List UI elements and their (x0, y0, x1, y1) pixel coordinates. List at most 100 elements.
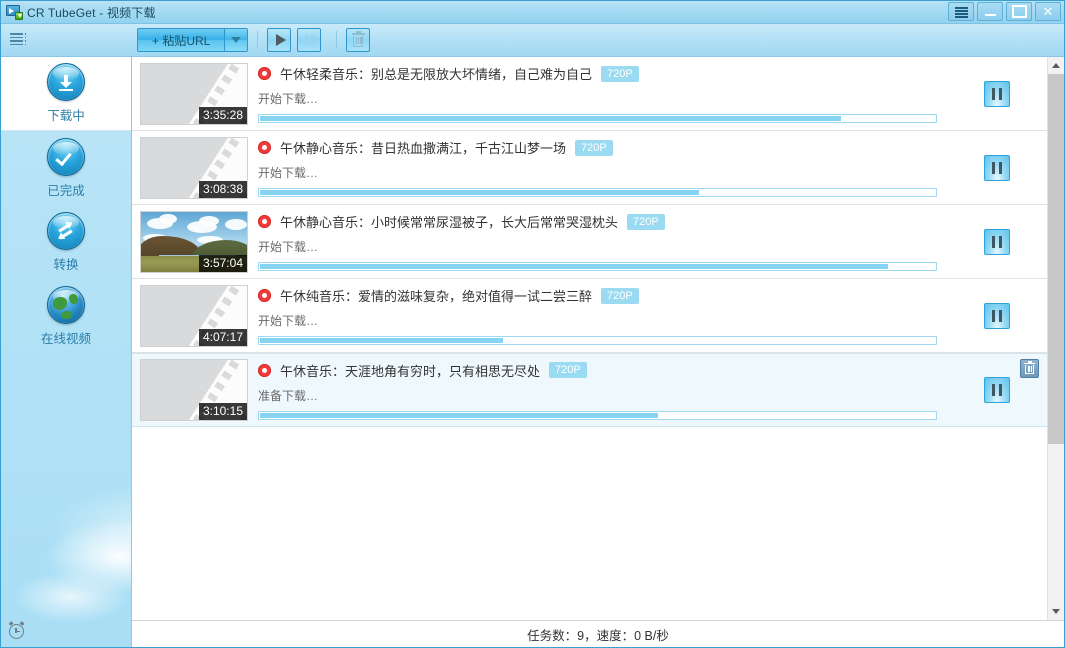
row-content: 午休静心音乐：昔日热血撒满江，千古江山梦一场 720P 开始下载… (248, 138, 947, 197)
progress-bar (258, 336, 937, 345)
body: 下载中 已完成 转换 (1, 57, 1064, 647)
list-empty-area (132, 427, 1047, 620)
source-red-icon (258, 289, 271, 302)
close-icon[interactable]: ✕ (1035, 2, 1061, 21)
alarm-clock-icon[interactable] (9, 624, 24, 639)
sidebar-item-label: 在线视频 (41, 328, 91, 347)
row-content: 午休静心音乐：小时候常常尿湿被子，长大后常常哭湿枕头 720P 开始下载… (248, 212, 947, 271)
table-row[interactable]: 4:07:17 午休纯音乐：爱情的滋味复杂，绝对值得一试二尝三醉 720P 开始… (132, 279, 1047, 353)
quality-badge: 720P (575, 140, 613, 156)
progress-fill (260, 116, 841, 121)
source-red-icon (258, 141, 271, 154)
download-status: 开始下载… (258, 90, 937, 107)
minimize-icon[interactable] (977, 2, 1003, 21)
list-view-icon[interactable] (10, 33, 26, 47)
row-actions (947, 303, 1047, 329)
thumbnail: 4:07:17 (140, 285, 248, 347)
paste-url-group[interactable]: + 粘贴URL (137, 28, 248, 52)
scrollbar-thumb[interactable] (1048, 74, 1064, 444)
status-bar: 任务数：9，速度：0 B/秒 (132, 620, 1064, 647)
title-bar: CR TubeGet - 视频下载 ✕ (1, 1, 1064, 24)
scroll-down-icon[interactable] (1048, 603, 1064, 620)
download-status: 准备下载… (258, 387, 937, 404)
download-status: 开始下载… (258, 238, 937, 255)
sidebar-item-convert[interactable]: 转换 (1, 205, 131, 279)
delete-download-button[interactable] (346, 28, 370, 52)
quality-badge: 720P (549, 362, 587, 378)
download-title: 午休静心音乐：小时候常常尿湿被子，长大后常常哭湿枕头 (280, 212, 618, 231)
table-row[interactable]: 3:35:28 午休轻柔音乐：别总是无限放大坏情绪，自己难为自己 720P 开始… (132, 57, 1047, 131)
toolbar: + 粘贴URL (1, 24, 1064, 57)
row-actions (947, 377, 1047, 403)
sidebar-item-online-video[interactable]: 在线视频 (1, 279, 131, 353)
download-icon (47, 63, 85, 101)
sidebar-item-completed[interactable]: 已完成 (1, 131, 131, 205)
sidebar-items: 下载中 已完成 转换 (1, 57, 131, 353)
maximize-icon[interactable] (1006, 2, 1032, 21)
duration-label: 3:08:38 (199, 181, 247, 198)
chevron-down-icon[interactable] (225, 29, 247, 51)
main-panel: 3:35:28 午休轻柔音乐：别总是无限放大坏情绪，自己难为自己 720P 开始… (132, 57, 1064, 647)
row-title-line: 午休轻柔音乐：别总是无限放大坏情绪，自己难为自己 720P (258, 64, 937, 83)
duration-label: 4:07:17 (199, 329, 247, 346)
table-row[interactable]: 3:10:15 午休音乐：天涯地角有穷时，只有相思无尽处 720P 准备下载… (132, 353, 1047, 427)
globe-icon (47, 286, 85, 324)
quality-badge: 720P (601, 66, 639, 82)
row-actions (947, 229, 1047, 255)
list-area: 3:35:28 午休轻柔音乐：别总是无限放大坏情绪，自己难为自己 720P 开始… (132, 57, 1064, 620)
table-row[interactable]: 3:57:04 午休静心音乐：小时候常常尿湿被子，长大后常常哭湿枕头 720P … (132, 205, 1047, 279)
pause-download-button[interactable] (297, 28, 321, 52)
check-icon (47, 138, 85, 176)
row-title-line: 午休音乐：天涯地角有穷时，只有相思无尽处 720P (258, 361, 937, 380)
pause-icon[interactable] (984, 229, 1010, 255)
menu-icon[interactable] (948, 2, 974, 21)
pause-icon[interactable] (984, 303, 1010, 329)
download-list: 3:35:28 午休轻柔音乐：别总是无限放大坏情绪，自己难为自己 720P 开始… (132, 57, 1047, 620)
source-red-icon (258, 215, 271, 228)
row-content: 午休轻柔音乐：别总是无限放大坏情绪，自己难为自己 720P 开始下载… (248, 64, 947, 123)
pause-icon[interactable] (984, 377, 1010, 403)
scroll-up-icon[interactable] (1048, 57, 1064, 74)
sidebar-item-downloading[interactable]: 下载中 (1, 57, 131, 131)
sidebar-footer (1, 615, 131, 647)
progress-fill (260, 190, 699, 195)
source-red-icon (258, 67, 271, 80)
app-window: CR TubeGet - 视频下载 ✕ + 粘贴URL (0, 0, 1065, 648)
toolbar-divider (257, 31, 258, 49)
pause-icon[interactable] (984, 81, 1010, 107)
pause-icon[interactable] (984, 155, 1010, 181)
vertical-scrollbar[interactable] (1047, 57, 1064, 620)
row-actions (947, 155, 1047, 181)
thumbnail: 3:35:28 (140, 63, 248, 125)
progress-bar (258, 188, 937, 197)
paste-url-button[interactable]: + 粘贴URL (138, 29, 225, 51)
download-title: 午休静心音乐：昔日热血撒满江，千古江山梦一场 (280, 138, 566, 157)
row-title-line: 午休静心音乐：昔日热血撒满江，千古江山梦一场 720P (258, 138, 937, 157)
download-status: 开始下载… (258, 164, 937, 181)
row-actions (947, 81, 1047, 107)
download-title: 午休音乐：天涯地角有穷时，只有相思无尽处 (280, 361, 540, 380)
progress-bar (258, 411, 937, 420)
trash-icon[interactable] (1020, 359, 1039, 378)
sidebar-item-label: 已完成 (47, 180, 85, 199)
source-red-icon (258, 364, 271, 377)
row-content: 午休音乐：天涯地角有穷时，只有相思无尽处 720P 准备下载… (248, 361, 947, 420)
duration-label: 3:57:04 (199, 255, 247, 272)
window-title: CR TubeGet - 视频下载 (27, 4, 156, 21)
duration-label: 3:10:15 (199, 403, 247, 420)
status-text: 任务数：9，速度：0 B/秒 (527, 625, 669, 644)
start-download-button[interactable] (267, 28, 291, 52)
quality-badge: 720P (601, 288, 639, 304)
toolbar-divider-2 (336, 31, 337, 49)
table-row[interactable]: 3:08:38 午休静心音乐：昔日热血撒满江，千古江山梦一场 720P 开始下载… (132, 131, 1047, 205)
window-controls: ✕ (948, 2, 1061, 21)
scrollbar-track[interactable] (1048, 74, 1064, 603)
toolbar-left (1, 24, 132, 56)
download-title: 午休轻柔音乐：别总是无限放大坏情绪，自己难为自己 (280, 64, 592, 83)
progress-fill (260, 338, 503, 343)
sidebar-spacer (1, 353, 131, 615)
row-content: 午休纯音乐：爱情的滋味复杂，绝对值得一试二尝三醉 720P 开始下载… (248, 286, 947, 345)
sidebar-item-label: 转换 (53, 254, 78, 273)
quality-badge: 720P (627, 214, 665, 230)
thumbnail: 3:10:15 (140, 359, 248, 421)
